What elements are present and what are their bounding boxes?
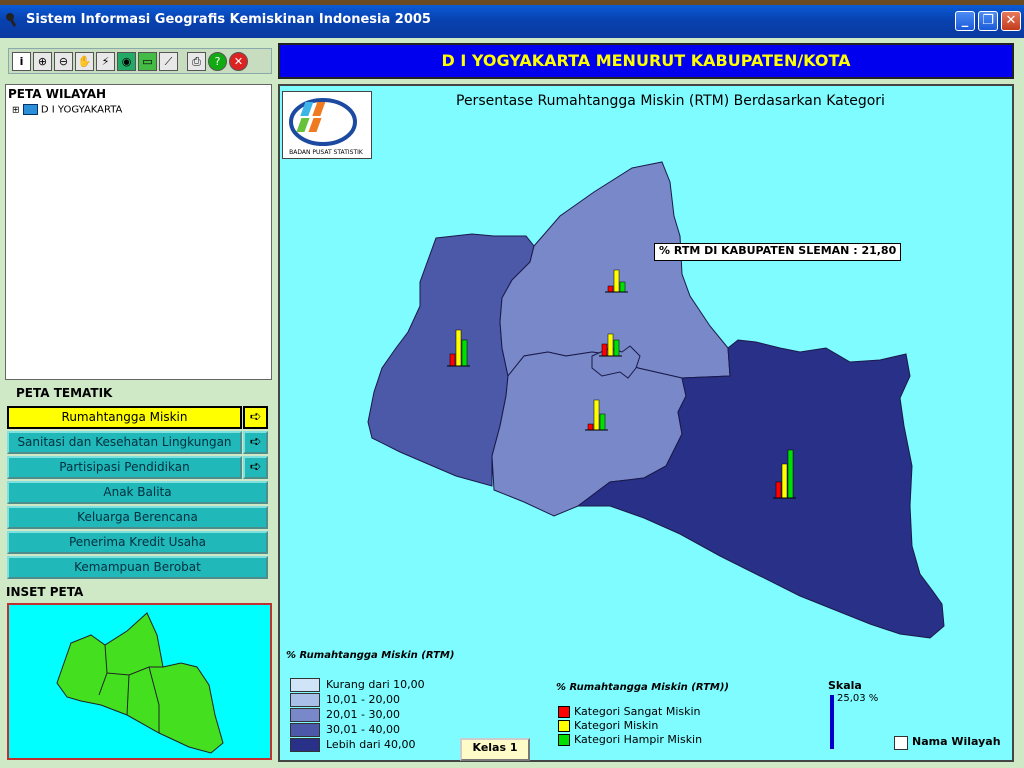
globe-icon[interactable]: ◉ bbox=[117, 52, 136, 71]
category-swatch bbox=[558, 720, 570, 732]
window-title: Sistem Informasi Geografis Kemiskinan In… bbox=[26, 12, 431, 27]
arrow-icon[interactable]: ➪ bbox=[243, 456, 268, 479]
inset-province-shape[interactable] bbox=[56, 612, 224, 754]
expand-icon[interactable]: ⊞ bbox=[12, 106, 20, 116]
legend-label: Kurang dari 10,00 bbox=[326, 678, 425, 691]
bar-mark bbox=[613, 339, 620, 357]
region-tree-panel: PETA WILAYAH ⊞ D I YOGYAKARTA bbox=[5, 84, 272, 380]
tree-item-label: D I YOGYAKARTA bbox=[40, 104, 123, 116]
inset-title: INSET PETA bbox=[6, 585, 84, 599]
scale-bar bbox=[830, 695, 834, 749]
menu-penerima-kredit[interactable]: Penerima Kredit Usaha bbox=[7, 531, 268, 554]
pan-hand-icon[interactable]: ✋ bbox=[75, 52, 94, 71]
category-label: Kategori Miskin bbox=[574, 719, 659, 732]
arrow-icon[interactable]: ➪ bbox=[243, 406, 268, 429]
scale-value: 25,03 % bbox=[837, 693, 879, 704]
legend-swatch bbox=[290, 678, 320, 692]
category-swatch bbox=[558, 734, 570, 746]
bar-mark bbox=[775, 481, 782, 499]
logo-caption: BADAN PUSAT STATISTIK bbox=[289, 149, 364, 156]
window-titlebar: Sistem Informasi Geografis Kemiskinan In… bbox=[0, 0, 1024, 38]
menu-rumahtangga-miskin[interactable]: Rumahtangga Miskin bbox=[7, 406, 242, 429]
map-title: Persentase Rumahtangga Miskin (RTM) Berd… bbox=[456, 93, 885, 109]
bar-mark bbox=[601, 343, 608, 357]
pencil-icon[interactable]: ⚡ bbox=[96, 52, 115, 71]
zoom-out-icon[interactable]: ⊖ bbox=[54, 52, 73, 71]
tree-title: PETA WILAYAH bbox=[8, 87, 107, 101]
nama-wilayah-checkbox[interactable] bbox=[894, 736, 908, 750]
map-toolbar: i ⊕ ⊖ ✋ ⚡ ◉ ▭ ⟋ ⎙ ? ✕ bbox=[8, 48, 272, 74]
bps-logo: BADAN PUSAT STATISTIK bbox=[282, 91, 372, 159]
map-panel[interactable]: BADAN PUSAT STATISTIK Persentase Rumahta… bbox=[278, 84, 1014, 762]
region-callout: % RTM DI KABUPATEN SLEMAN : 21,80 bbox=[654, 243, 902, 261]
menu-partisipasi-pendidikan[interactable]: Partisipasi Pendidikan bbox=[7, 456, 242, 479]
bar-mark bbox=[781, 463, 788, 499]
tree-item-diy[interactable]: ⊞ D I YOGYAKARTA bbox=[12, 104, 122, 116]
legend-swatch bbox=[290, 723, 320, 737]
menu-kemampuan-berobat[interactable]: Kemampuan Berobat bbox=[7, 556, 268, 579]
bps-logo-icon: BADAN PUSAT STATISTIK bbox=[289, 98, 364, 156]
category-label: Kategori Sangat Miskin bbox=[574, 705, 701, 718]
legend-title: % Rumahtangga Miskin (RTM) bbox=[286, 650, 455, 661]
legend-swatch bbox=[290, 738, 320, 752]
app-icon bbox=[6, 13, 17, 27]
legend-swatch bbox=[290, 708, 320, 722]
inset-map[interactable] bbox=[7, 603, 272, 760]
exit-icon[interactable]: ✕ bbox=[229, 52, 248, 71]
category-swatch bbox=[558, 706, 570, 718]
category-legend-title: % Rumahtangga Miskin (RTM)) bbox=[556, 682, 729, 693]
print-icon[interactable]: ⎙ bbox=[187, 52, 206, 71]
bar-mark bbox=[607, 333, 614, 357]
bar-mark bbox=[449, 353, 456, 367]
help-icon[interactable]: ? bbox=[208, 52, 227, 71]
bar-mark bbox=[461, 339, 468, 367]
bar-mark bbox=[607, 285, 614, 293]
folder-icon bbox=[22, 104, 38, 115]
menu-sanitasi[interactable]: Sanitasi dan Kesehatan Lingkungan bbox=[7, 431, 242, 454]
map-header-banner: D I YOGYAKARTA MENURUT KABUPATEN/KOTA bbox=[278, 43, 1014, 79]
menu-anak-balita[interactable]: Anak Balita bbox=[7, 481, 268, 504]
legend-swatch bbox=[290, 693, 320, 707]
kelas-button[interactable]: Kelas 1 bbox=[460, 738, 530, 761]
bar-mark bbox=[787, 449, 794, 499]
close-button[interactable]: ✕ bbox=[1001, 11, 1021, 31]
bar-mark bbox=[455, 329, 462, 367]
label-icon[interactable]: ▭ bbox=[138, 52, 157, 71]
legend-label: Lebih dari 40,00 bbox=[326, 738, 416, 751]
tematik-title: PETA TEMATIK bbox=[16, 386, 113, 400]
bar-mark bbox=[619, 281, 626, 293]
restore-button[interactable]: ❐ bbox=[978, 11, 998, 31]
inset-map-svg bbox=[56, 612, 224, 754]
arrow-icon[interactable]: ➪ bbox=[243, 431, 268, 454]
bar-mark bbox=[587, 423, 594, 431]
bar-mark bbox=[593, 399, 600, 431]
legend-label: 10,01 - 20,00 bbox=[326, 693, 400, 706]
minimize-button[interactable]: _ bbox=[955, 11, 975, 31]
bar-mark bbox=[599, 413, 606, 431]
zoom-in-icon[interactable]: ⊕ bbox=[33, 52, 52, 71]
legend-label: 30,01 - 40,00 bbox=[326, 723, 400, 736]
menu-keluarga-berencana[interactable]: Keluarga Berencana bbox=[7, 506, 268, 529]
legend-label: 20,01 - 30,00 bbox=[326, 708, 400, 721]
ruler-icon[interactable]: ⟋ bbox=[159, 52, 178, 71]
category-label: Kategori Hampir Miskin bbox=[574, 733, 703, 746]
bar-mark bbox=[613, 269, 620, 293]
nama-wilayah-label: Nama Wilayah bbox=[912, 735, 1001, 748]
scale-title: Skala bbox=[828, 679, 862, 692]
info-icon[interactable]: i bbox=[12, 52, 31, 71]
